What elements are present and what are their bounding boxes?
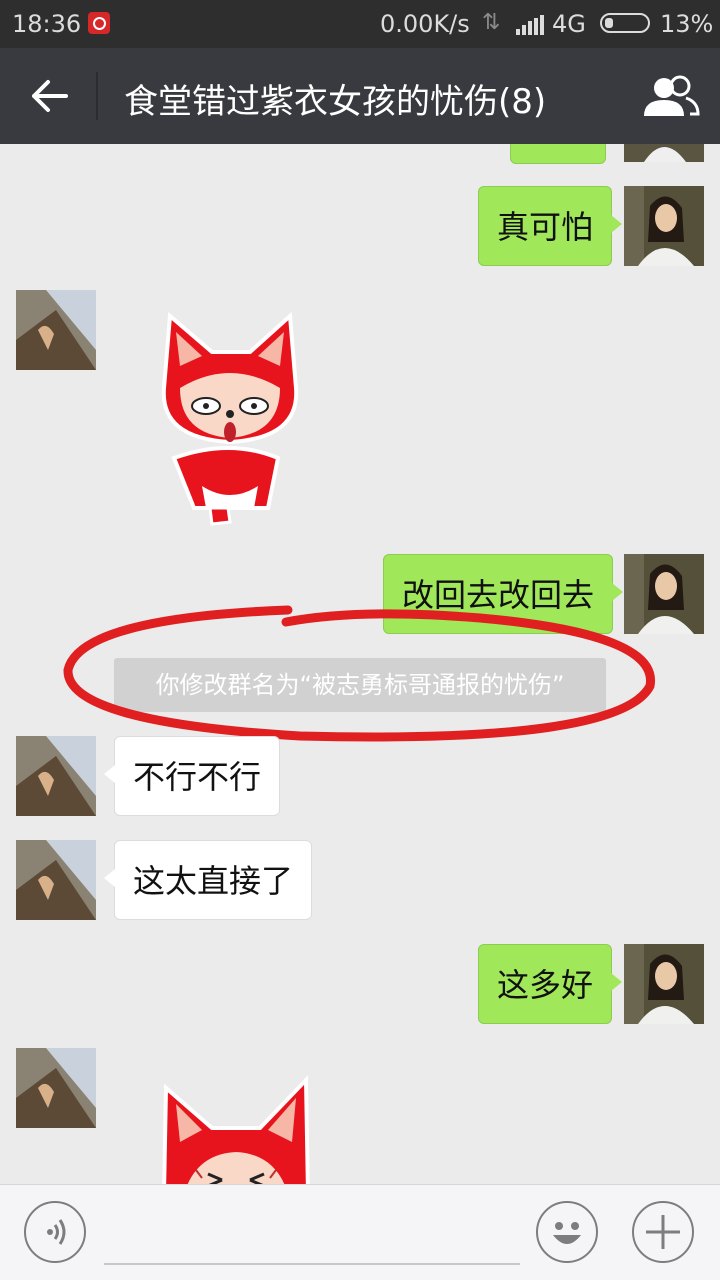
friend-avatar[interactable]	[16, 1048, 96, 1128]
data-transfer-icon: ⇅	[482, 10, 501, 35]
self-avatar-partial	[624, 144, 704, 162]
emoji-icon	[553, 1222, 581, 1244]
network-type: 4G	[552, 10, 586, 38]
chat-header: 食堂错过紫衣女孩的忧伤(8)	[0, 48, 720, 144]
header-divider	[96, 72, 98, 120]
sticker-red-fox[interactable]	[156, 1074, 316, 1184]
emoji-button[interactable]	[536, 1201, 598, 1263]
sticker-red-fox[interactable]	[150, 308, 310, 528]
netease-music-icon	[88, 12, 110, 34]
sent-message-partial	[510, 144, 606, 164]
chat-area[interactable]: 真可怕 改回去改回去 你修改群名为“被志勇标哥通报的忧伤” 不行不行 这太直接了…	[0, 144, 720, 1184]
voice-icon	[47, 1219, 66, 1245]
friend-avatar[interactable]	[16, 840, 96, 920]
more-functions-button[interactable]	[632, 1201, 694, 1263]
input-bar	[0, 1184, 720, 1280]
received-message[interactable]: 不行不行	[103, 736, 281, 816]
friend-avatar[interactable]	[16, 290, 96, 370]
message-input[interactable]	[104, 1263, 520, 1265]
back-arrow-icon[interactable]	[22, 70, 76, 122]
group-members-icon[interactable]	[642, 74, 700, 120]
battery-percent: 13%	[660, 10, 714, 38]
sent-message[interactable]: 真可怕	[478, 186, 623, 266]
plus-icon	[646, 1215, 680, 1249]
chat-title: 食堂错过紫衣女孩的忧伤(8)	[124, 82, 547, 122]
status-bar: 18:36 0.00K/s ⇅ 4G 13%	[0, 0, 720, 48]
voice-input-button[interactable]	[24, 1201, 86, 1263]
red-highlight-annotation	[63, 605, 655, 742]
network-speed: 0.00K/s	[380, 10, 470, 38]
received-message[interactable]: 这太直接了	[103, 840, 313, 920]
self-avatar[interactable]	[624, 186, 704, 266]
self-avatar[interactable]	[624, 944, 704, 1024]
signal-strength-icon	[516, 15, 544, 35]
status-time: 18:36	[12, 10, 82, 38]
battery-icon	[600, 13, 650, 33]
friend-avatar[interactable]	[16, 736, 96, 816]
sent-message[interactable]: 这多好	[478, 944, 623, 1024]
